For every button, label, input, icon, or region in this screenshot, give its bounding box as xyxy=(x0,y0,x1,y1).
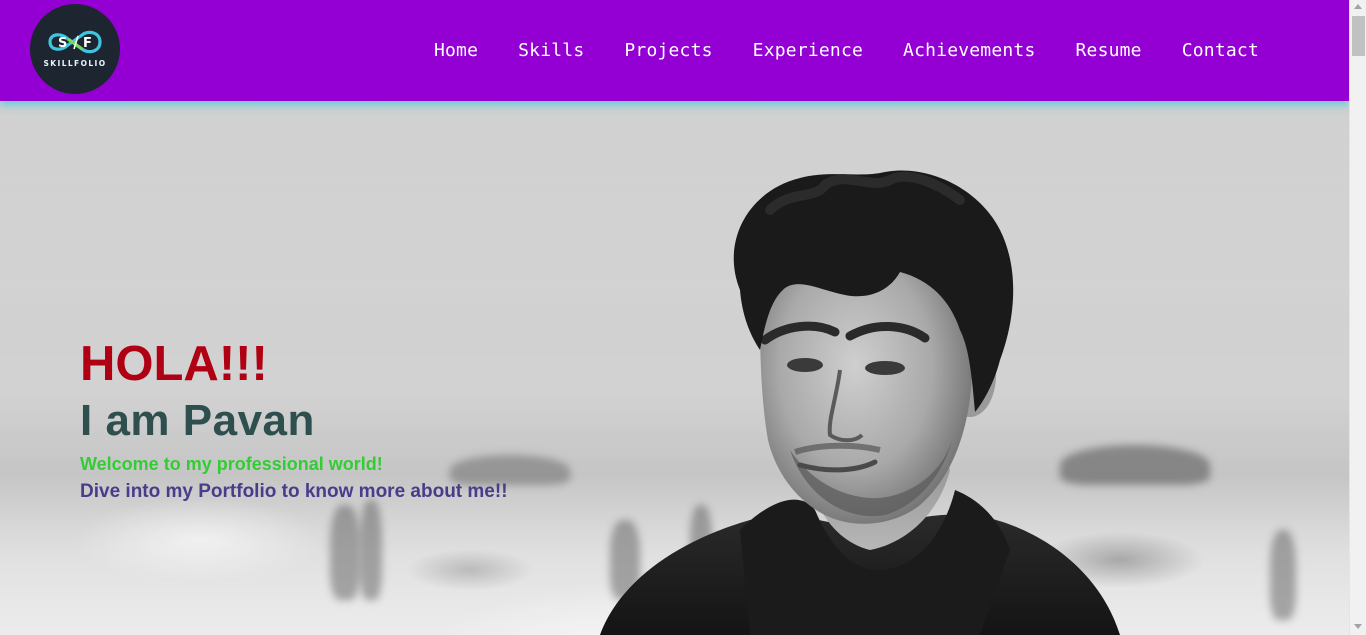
nav-contact[interactable]: Contact xyxy=(1182,40,1259,61)
nav-home[interactable]: Home xyxy=(434,40,478,61)
page-viewport: S F SKILLFOLIO Home Skills Projects Expe… xyxy=(0,0,1349,635)
svg-text:F: F xyxy=(83,36,92,51)
hero-dive-text: Dive into my Portfolio to know more abou… xyxy=(80,481,508,502)
main-nav: Home Skills Projects Experience Achievem… xyxy=(434,0,1259,101)
nav-projects[interactable]: Projects xyxy=(624,40,712,61)
portrait-photo xyxy=(600,170,1120,635)
skillfolio-logo-icon: S F xyxy=(44,27,106,57)
hero-greeting: HOLA!!! xyxy=(80,337,268,391)
nav-experience[interactable]: Experience xyxy=(753,40,863,61)
svg-text:S: S xyxy=(58,36,67,51)
background-figure xyxy=(360,500,382,600)
scroll-up-arrow-icon[interactable] xyxy=(1354,4,1362,9)
brand-logo[interactable]: S F SKILLFOLIO xyxy=(30,4,120,94)
site-header: S F SKILLFOLIO Home Skills Projects Expe… xyxy=(0,0,1349,101)
background-figure xyxy=(330,505,360,600)
background-figure xyxy=(1270,530,1296,620)
nav-skills[interactable]: Skills xyxy=(518,40,584,61)
scrollbar-thumb[interactable] xyxy=(1352,16,1365,56)
nav-achievements[interactable]: Achievements xyxy=(903,40,1035,61)
nav-resume[interactable]: Resume xyxy=(1076,40,1142,61)
page-scrollbar[interactable] xyxy=(1349,0,1366,635)
hero-name: I am Pavan xyxy=(80,396,315,445)
logo-wordmark: SKILLFOLIO xyxy=(43,58,107,68)
hero-welcome-text: Welcome to my professional world! xyxy=(80,454,383,474)
scroll-down-arrow-icon[interactable] xyxy=(1354,624,1362,629)
